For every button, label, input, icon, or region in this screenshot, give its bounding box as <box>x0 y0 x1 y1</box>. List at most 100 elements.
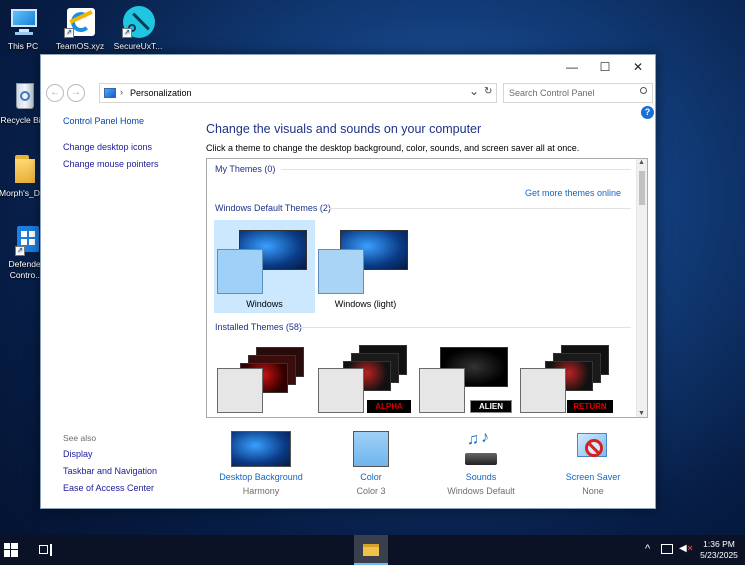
theme-color-swatch <box>217 368 263 413</box>
breadcrumb[interactable]: Personalization <box>130 88 192 98</box>
edge-icon: ↗ <box>64 6 96 38</box>
task-view-button[interactable] <box>38 542 54 558</box>
clock-date: 5/23/2025 <box>700 550 738 560</box>
help-icon[interactable]: ? <box>641 106 654 119</box>
windows-logo-icon <box>4 543 10 549</box>
desktop-background-setting[interactable]: Desktop Background Harmony <box>211 431 311 496</box>
change-mouse-pointers-link[interactable]: Change mouse pointers <box>63 159 159 169</box>
desktop-icon-this-pc[interactable]: This PC <box>0 6 54 51</box>
theme-color-swatch <box>318 368 364 413</box>
change-desktop-icons-link[interactable]: Change desktop icons <box>63 142 152 152</box>
group-divider <box>281 169 631 170</box>
file-explorer-taskbar-button[interactable] <box>354 535 388 565</box>
secureux-icon: ↗ <box>122 6 155 38</box>
tray-overflow-chevron[interactable]: ^ <box>645 543 650 555</box>
group-my-themes: My Themes (0) <box>215 164 276 174</box>
themes-scrollbar[interactable]: ▲ ▼ <box>636 159 647 417</box>
wallpaper-icon <box>231 431 291 467</box>
theme-tile-windows-light[interactable]: Windows (light) <box>315 220 416 313</box>
maximize-button[interactable]: ☐ <box>588 55 622 79</box>
sounds-icon: ♫ ♪ <box>463 429 499 467</box>
screen-saver-icon <box>575 431 611 467</box>
minimize-button[interactable]: — <box>555 55 589 79</box>
display-link[interactable]: Display <box>63 449 93 459</box>
task-view-icon <box>39 545 48 554</box>
network-icon[interactable] <box>661 544 673 554</box>
ease-of-access-link[interactable]: Ease of Access Center <box>63 483 154 493</box>
setting-title: Desktop Background <box>219 472 303 482</box>
computer-icon <box>7 6 39 38</box>
group-divider <box>329 208 631 209</box>
color-setting[interactable]: Color Color 3 <box>331 431 411 496</box>
see-also-heading: See also <box>63 433 97 443</box>
setting-title: Color <box>360 472 382 482</box>
setting-title: Screen Saver <box>565 472 621 482</box>
shortcut-arrow-icon: ↗ <box>64 28 74 38</box>
taskbar: ^ ◀✕ 1:36 PM 5/23/2025 <box>0 535 745 565</box>
installed-theme-tile[interactable]: RETURN <box>517 341 617 417</box>
search-icon <box>640 87 647 94</box>
sounds-setting[interactable]: ♫ ♪ Sounds Windows Default <box>431 429 531 496</box>
shortcut-arrow-icon: ↗ <box>122 28 132 38</box>
start-button[interactable] <box>4 543 18 557</box>
themes-list: My Themes (0) Get more themes online Win… <box>206 158 648 418</box>
theme-color-swatch <box>318 249 364 294</box>
screen-saver-setting[interactable]: Screen Saver None <box>543 431 643 496</box>
theme-badge: ALIEN <box>470 400 512 413</box>
installed-theme-tile[interactable]: ALPHA <box>315 341 415 417</box>
recycle-bin-icon <box>7 80 39 112</box>
theme-color-swatch <box>217 249 263 294</box>
shortcut-arrow-icon: ↗ <box>15 246 25 256</box>
theme-tile-windows[interactable]: Windows <box>214 220 315 313</box>
setting-title: Sounds <box>465 472 497 482</box>
desktop-icon-label: TeamOS.xyz <box>55 41 105 51</box>
volume-muted-icon[interactable]: ◀✕ <box>679 543 693 554</box>
clock[interactable]: 1:36 PM 5/23/2025 <box>697 539 741 561</box>
page-title: Change the visuals and sounds on your co… <box>206 122 482 136</box>
group-installed-themes: Installed Themes (58) <box>215 322 302 332</box>
theme-color-swatch <box>520 368 566 413</box>
forward-button[interactable]: → <box>67 84 85 102</box>
title-bar[interactable]: — ☐ ✕ <box>41 55 655 79</box>
scrollbar-thumb[interactable] <box>639 171 645 205</box>
theme-name: Windows (light) <box>334 299 397 309</box>
back-button[interactable]: ← <box>46 84 64 102</box>
setting-value: Windows Default <box>447 486 515 496</box>
setting-value: Color 3 <box>356 486 386 496</box>
setting-value: Harmony <box>242 486 280 496</box>
control-panel-icon <box>104 88 116 98</box>
defender-icon: ↗ <box>7 224 39 256</box>
setting-value: None <box>582 486 604 496</box>
search-placeholder: Search Control Panel <box>509 88 595 98</box>
personalization-window: — ☐ ✕ ← → › Personalization ⌄ ↻ Search C… <box>40 54 656 509</box>
desktop-icon-label: This PC <box>7 41 39 51</box>
group-default-themes: Windows Default Themes (2) <box>215 203 331 213</box>
control-panel-home-link[interactable]: Control Panel Home <box>63 116 144 126</box>
search-input[interactable]: Search Control Panel <box>503 83 653 103</box>
refresh-icon[interactable]: ↻ <box>484 86 492 97</box>
color-swatch-icon <box>353 431 389 467</box>
theme-badge: ALPHA <box>367 400 411 413</box>
installed-theme-tile[interactable]: ALIEN <box>416 341 516 417</box>
clock-time: 1:36 PM <box>703 539 735 549</box>
desktop-icon-teamos[interactable]: ↗ TeamOS.xyz <box>49 6 111 51</box>
installed-theme-tile[interactable] <box>214 341 314 417</box>
scroll-down-icon[interactable]: ▼ <box>638 410 645 417</box>
address-bar[interactable]: › Personalization ⌄ ↻ <box>99 83 497 103</box>
theme-name: Windows <box>246 299 283 309</box>
folder-icon <box>363 544 379 556</box>
desktop-icon-label: SecureUxT... <box>113 41 163 51</box>
breadcrumb-separator-icon: › <box>120 87 123 97</box>
address-row: ← → › Personalization ⌄ ↻ Search Control… <box>41 83 655 103</box>
desktop-icon-secureux[interactable]: ↗ SecureUxT... <box>107 6 169 51</box>
address-dropdown-icon[interactable]: ⌄ <box>469 84 479 98</box>
folder-icon <box>7 153 39 185</box>
taskbar-navigation-link[interactable]: Taskbar and Navigation <box>63 466 157 476</box>
theme-badge: RETURN <box>567 400 613 413</box>
scroll-up-icon[interactable]: ▲ <box>638 159 645 166</box>
page-description: Click a theme to change the desktop back… <box>206 143 580 153</box>
close-button[interactable]: ✕ <box>621 55 655 79</box>
get-more-themes-link[interactable]: Get more themes online <box>525 188 621 198</box>
group-divider <box>299 327 631 328</box>
theme-color-swatch <box>419 368 465 413</box>
